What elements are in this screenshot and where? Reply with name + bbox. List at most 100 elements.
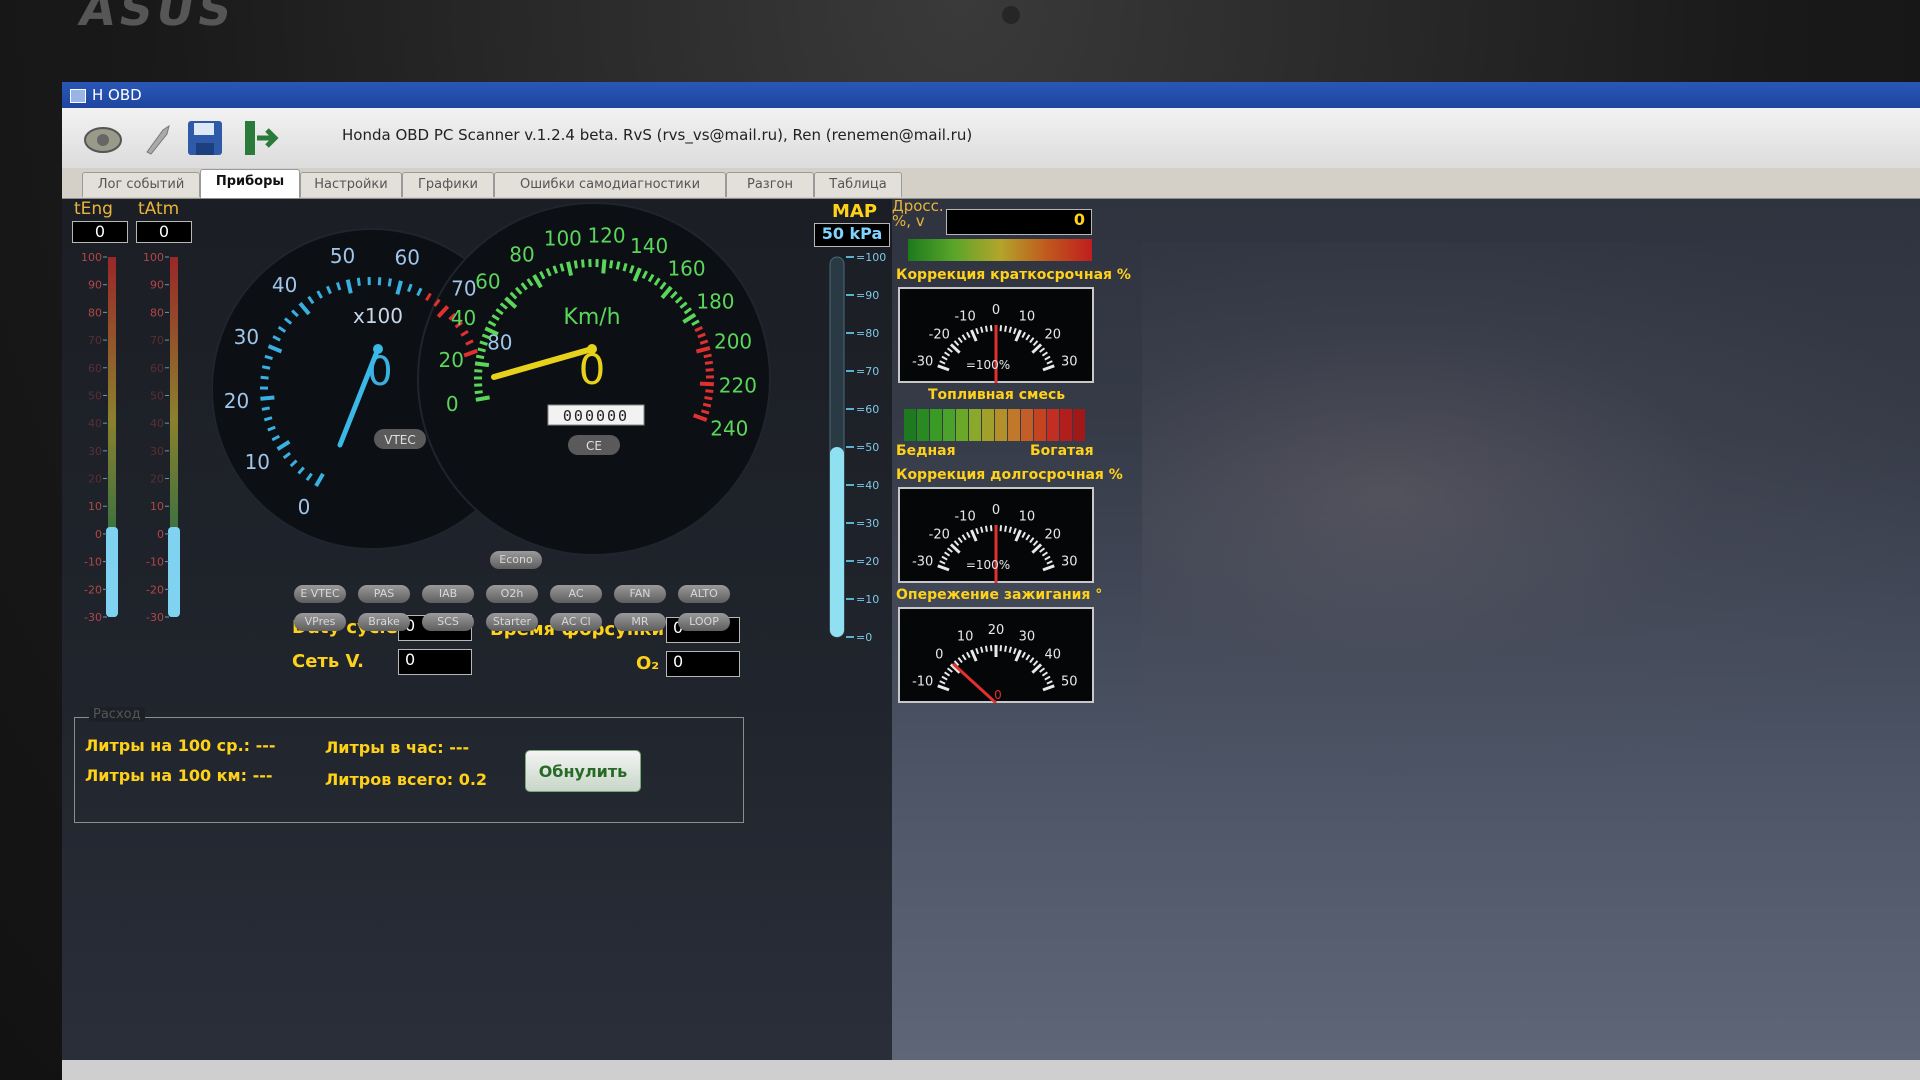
indicator-ac: AC <box>550 585 602 603</box>
teng-tick-label: 30 <box>88 445 102 458</box>
speedo-unit: Km/h <box>563 305 620 330</box>
throttle-field: 0 <box>946 209 1092 235</box>
tab-graphs[interactable]: Графики <box>402 172 494 197</box>
liters-per-100-km: Литры на 100 км: --- <box>85 766 273 785</box>
ignition-label: 0 <box>935 647 943 662</box>
ltft-label: Коррекция долгосрочная % <box>896 467 1123 483</box>
ignition-tick <box>1004 645 1008 652</box>
status-bar <box>62 1060 1920 1080</box>
throttle-bar <box>908 239 1092 261</box>
teng-tick-label: 60 <box>88 362 102 375</box>
tab-settings[interactable]: Настройки <box>300 172 402 197</box>
ignition-label: 40 <box>1044 647 1061 662</box>
tach-label: 60 <box>394 246 419 270</box>
tach-label: 50 <box>330 244 355 268</box>
connect-button[interactable] <box>78 114 128 162</box>
stft-tick <box>1008 326 1012 333</box>
exit-button[interactable] <box>236 114 286 162</box>
map-fill <box>830 447 844 637</box>
ltft-tick <box>980 526 984 533</box>
ltft-label: -30 <box>912 554 933 569</box>
reset-button[interactable]: Обнулить <box>525 750 641 792</box>
tab-instruments[interactable]: Приборы <box>200 169 300 198</box>
teng-tick-label: -20 <box>84 583 102 596</box>
teng-tick-label: -10 <box>84 556 102 569</box>
mixture-segment <box>1060 409 1072 441</box>
window-title: H OBD <box>92 86 142 104</box>
mixture-segment <box>917 409 929 441</box>
ignition-label: -10 <box>912 674 933 689</box>
tab-table[interactable]: Таблица <box>814 172 902 197</box>
ignition-label: Опережение зажигания ° <box>896 587 1103 603</box>
tatm-tick-label: 30 <box>150 445 164 458</box>
speedo-label: 220 <box>719 373 757 397</box>
mixture-segment <box>943 409 955 441</box>
stft-label: -30 <box>912 354 933 369</box>
indicator-e-vtec: E VTEC <box>294 585 346 603</box>
tach-hub <box>373 344 383 354</box>
tatm-tick-label: 50 <box>150 389 164 402</box>
stft-tick <box>984 325 988 332</box>
ltft-label: -10 <box>954 509 975 524</box>
app-window: H OBD Honda OBD PC Scanner v.1.2.4 beta.… <box>62 82 1920 1080</box>
ce-label: CE <box>586 439 602 453</box>
indicator-scs: SCS <box>422 613 474 631</box>
ignition-gauge: -10010 20 3040500 <box>898 607 1094 703</box>
teng-tick-label: 90 <box>88 279 102 292</box>
speedo-tick <box>615 261 621 270</box>
speedo-tick <box>601 259 607 274</box>
mixture-segment <box>1047 409 1059 441</box>
save-icon <box>188 121 222 155</box>
teng-tick-label: 100 <box>81 251 102 264</box>
tach-label: 10 <box>245 450 270 474</box>
tatm-tick-label: 40 <box>150 417 164 430</box>
speedo-tick <box>609 260 614 269</box>
speedo-tick <box>699 381 714 387</box>
speedo-tick <box>704 396 713 401</box>
settings-tool-button[interactable] <box>132 114 182 162</box>
indicator-ac-cl: AC Cl <box>550 613 602 631</box>
indicator-fan: FAN <box>614 585 666 603</box>
map-tick-label: =50 <box>856 441 879 454</box>
stft-label: 10 <box>1019 309 1036 324</box>
save-button[interactable] <box>180 114 230 162</box>
stft-label: -10 <box>954 309 975 324</box>
main-gauges: 01020304050 607080020406080100 120 14016018… <box>212 202 771 556</box>
speedo-hub <box>587 344 597 354</box>
speedo-tick <box>474 369 483 373</box>
speedo-tick <box>702 402 712 408</box>
liters-per-100-avg: Литры на 100 ср.: --- <box>85 736 276 755</box>
tab-log[interactable]: Лог событий <box>82 172 200 197</box>
indicator-iab: IAB <box>422 585 474 603</box>
teng-tick-label: 80 <box>88 306 102 319</box>
tatm-tick-label: -20 <box>146 583 164 596</box>
teng-tick-label: 0 <box>95 528 102 541</box>
tatm-tick-label: -30 <box>146 611 164 624</box>
tab-acceleration[interactable]: Разгон <box>726 172 814 197</box>
tach-label: 0 <box>298 495 311 519</box>
tatm-tick-label: 70 <box>150 334 164 347</box>
tach-tick <box>260 375 269 380</box>
speedo-tick <box>475 354 485 360</box>
tach-tick <box>261 406 271 411</box>
map-bar: =100 =90 =80 =70 =60 =50 =40 =30 =20 =10 =0 <box>829 251 886 644</box>
tatm-tick-label: 100 <box>143 251 164 264</box>
stft-tick <box>1004 325 1008 332</box>
mixture-segment <box>1021 409 1033 441</box>
ltft-label: 0 <box>992 503 1000 518</box>
tatm-fill <box>168 527 180 617</box>
ignition-value: 0 <box>994 688 1002 702</box>
window-titlebar[interactable]: H OBD <box>62 82 1920 108</box>
mixture-segment <box>982 409 994 441</box>
tach-tick <box>261 365 271 370</box>
teng-tick-label: 40 <box>88 417 102 430</box>
speedo-tick <box>703 353 712 359</box>
tab-errors[interactable]: Ошибки самодиагностики <box>494 172 726 197</box>
map-tick-label: =20 <box>856 555 879 568</box>
tab-bar: Лог событий Приборы Настройки Графики Ош… <box>62 168 1920 199</box>
map-tick-label: =70 <box>856 365 879 378</box>
ltft-tick <box>1008 526 1012 533</box>
stft-center: =100% <box>966 358 1010 372</box>
tach-label: 70 <box>451 277 476 301</box>
consumption-group: Расход Литры на 100 ср.: --- Литры на 10… <box>74 707 744 823</box>
